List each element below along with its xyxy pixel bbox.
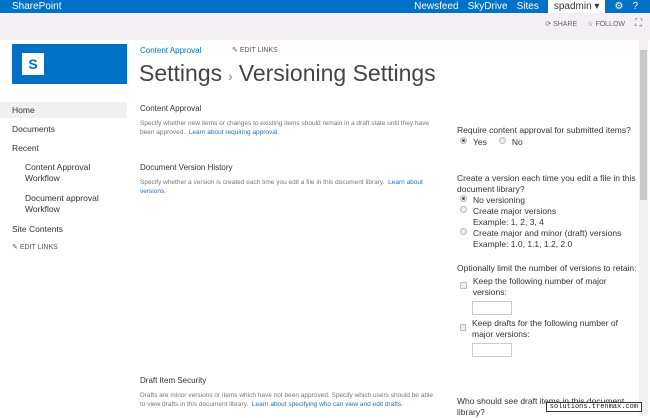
limit-field: Optionally limit the number of versions …	[457, 263, 637, 360]
ribbon-bar: ⟳ SHARE ☆ FOLLOW ⛶	[0, 13, 650, 40]
approval-question: Require content approval for submitted i…	[457, 125, 631, 135]
nav-home[interactable]: Home	[0, 102, 127, 118]
keep-major-label: Keep the following number of major versi…	[472, 276, 607, 297]
follow-button[interactable]: ☆ FOLLOW	[587, 20, 625, 28]
approval-yes-radio[interactable]	[460, 137, 467, 144]
breadcrumb[interactable]: Content Approval	[140, 46, 201, 55]
section-desc: Specify whether a version is created eac…	[140, 179, 385, 186]
scrollbar-thumb[interactable]	[640, 50, 647, 200]
nav-document-approval-workflow[interactable]: Document approval Workflow	[12, 193, 127, 215]
watermark: solutions.trenmax.com	[545, 402, 642, 412]
no-label: No	[511, 137, 523, 147]
learn-approval-link[interactable]: Learn about requiring approval.	[189, 129, 279, 136]
title-separator: ›	[228, 68, 233, 84]
help-icon[interactable]: ?	[632, 0, 638, 13]
edit-links-label: EDIT LINKS	[19, 244, 58, 251]
minor-versions-radio[interactable]	[460, 228, 467, 235]
keep-major-checkbox[interactable]	[460, 282, 467, 289]
user-menu[interactable]: spadmin ▾	[547, 0, 606, 13]
minor-versions-label: Create major and minor (draft) versions	[473, 228, 622, 238]
section-title: Content Approval	[140, 104, 202, 113]
major-example: Example: 1, 2, 3, 4	[473, 217, 544, 227]
nav-site-contents[interactable]: Site Contents	[12, 224, 127, 234]
section-draft-security: Draft Item Security Drafts are minor ver…	[140, 376, 440, 409]
edit-links-label: EDIT LINKS	[239, 47, 278, 54]
vertical-scrollbar[interactable]	[639, 40, 648, 415]
pencil-icon: ✎	[12, 244, 18, 251]
edit-links-top[interactable]: ✎ EDIT LINKS	[232, 46, 278, 54]
section-version-history: Document Version History Specify whether…	[140, 163, 440, 196]
pencil-icon: ✎	[232, 47, 238, 54]
focus-icon[interactable]: ⛶	[635, 18, 642, 29]
title-parent[interactable]: Settings	[139, 60, 222, 86]
keep-drafts-checkbox[interactable]	[460, 324, 466, 331]
follow-label: FOLLOW	[595, 20, 625, 28]
keep-major-input[interactable]	[472, 301, 512, 315]
approval-no-radio[interactable]	[498, 137, 506, 144]
section-desc: Specify whether new items or changes to …	[140, 120, 430, 136]
section-title: Draft Item Security	[140, 376, 207, 385]
version-question: Create a version each time you edit a fi…	[457, 173, 636, 194]
share-label: SHARE	[553, 20, 578, 28]
section-title: Document Version History	[140, 163, 233, 172]
versioning-field: Create a version each time you edit a fi…	[457, 173, 637, 250]
nav-documents[interactable]: Documents	[12, 124, 127, 134]
keep-drafts-label: Keep drafts for the following number of …	[472, 318, 618, 339]
gear-icon[interactable]: ⚙	[614, 0, 623, 13]
title-current: Versioning Settings	[238, 60, 436, 86]
sharepoint-brand[interactable]: SharePoint	[12, 0, 61, 13]
nav-newsfeed[interactable]: Newsfeed	[414, 0, 458, 13]
major-versions-radio[interactable]	[460, 206, 467, 213]
page-title: Settings › Versioning Settings	[139, 60, 436, 87]
nav-skydrive[interactable]: SkyDrive	[468, 0, 508, 13]
minor-example: Example: 1.0, 1.1, 1.2, 2.0	[473, 239, 573, 249]
sharepoint-logo-icon: S	[22, 53, 44, 75]
learn-drafts-link[interactable]: Learn about specifying who can view and …	[252, 401, 403, 408]
nav-content-approval-workflow[interactable]: Content Approval Workflow	[12, 162, 127, 184]
major-versions-label: Create major versions	[473, 206, 557, 216]
limit-question: Optionally limit the number of versions …	[457, 263, 637, 273]
suite-nav-bar: SharePoint Newsfeed SkyDrive Sites spadm…	[0, 0, 650, 13]
edit-links-left[interactable]: ✎ EDIT LINKS	[12, 243, 127, 251]
no-versioning-radio[interactable]	[460, 195, 467, 202]
left-nav: Home Documents Recent Content Approval W…	[0, 102, 127, 260]
section-content-approval: Content Approval Specify whether new ite…	[140, 104, 440, 137]
approval-field: Require content approval for submitted i…	[457, 125, 637, 148]
no-versioning-label: No versioning	[473, 195, 525, 205]
nav-recent[interactable]: Recent	[12, 143, 127, 153]
nav-sites[interactable]: Sites	[517, 0, 539, 13]
yes-label: Yes	[473, 137, 487, 147]
site-logo[interactable]: S	[12, 44, 127, 84]
keep-drafts-input[interactable]	[472, 343, 512, 357]
share-button[interactable]: ⟳ SHARE	[545, 20, 577, 28]
